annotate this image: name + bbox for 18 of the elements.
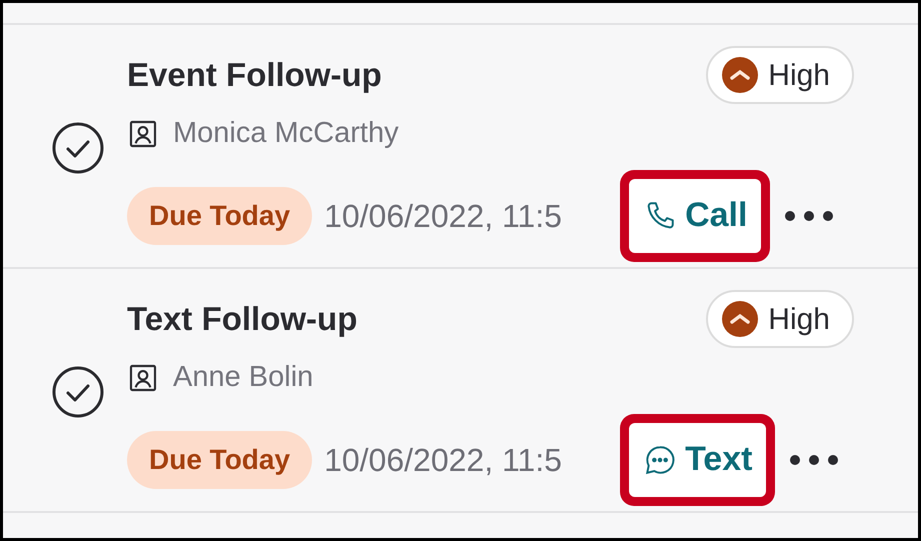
due-date: 10/06/2022, 11:5 [324,440,563,480]
check-circle-icon[interactable] [51,365,105,419]
contact-name[interactable]: Monica McCarthy [173,112,399,156]
due-badge: Due Today [127,430,312,488]
chevron-up-icon [722,57,758,93]
priority-badge: High [706,46,854,104]
more-options-icon[interactable] [789,454,840,466]
more-options-icon[interactable] [784,210,834,222]
check-circle-icon[interactable] [51,121,105,175]
due-badge: Due Today [127,186,312,244]
chevron-up-icon [722,301,758,337]
task-title: Event Follow-up [127,55,382,96]
call-button[interactable]: Call [629,178,762,252]
text-button[interactable]: Text [629,422,766,496]
contact-name[interactable]: Anne Bolin [173,356,314,400]
due-date: 10/06/2022, 11:5 [324,196,563,236]
task-title: Text Follow-up [127,299,358,340]
priority-badge: High [706,290,854,348]
